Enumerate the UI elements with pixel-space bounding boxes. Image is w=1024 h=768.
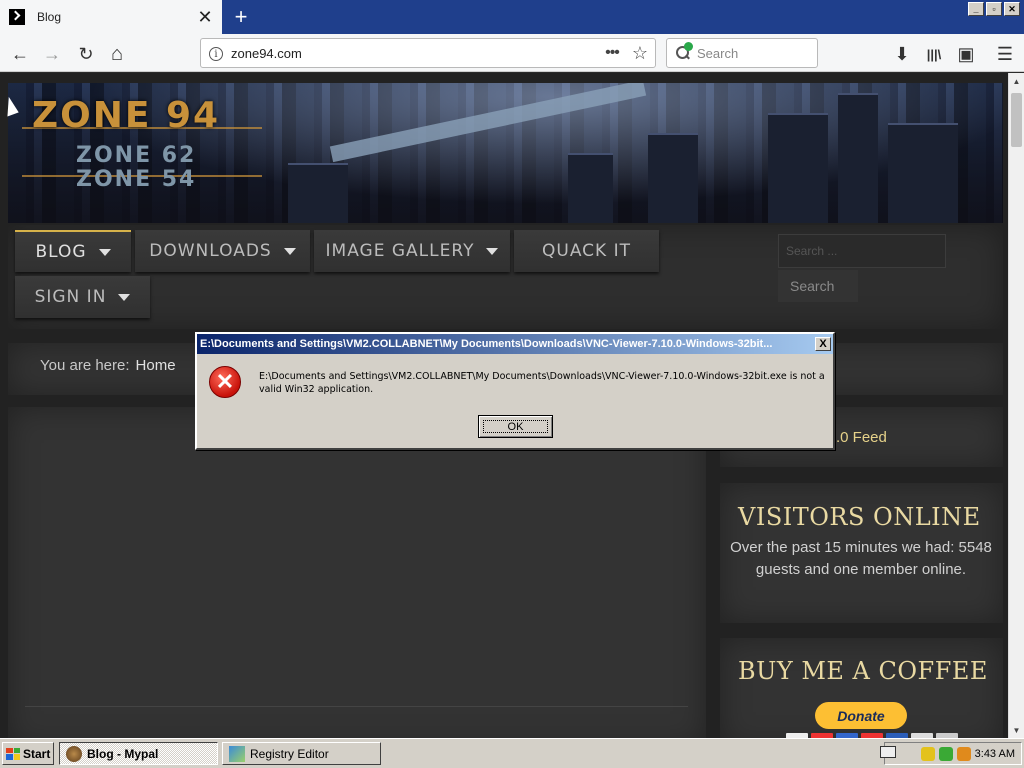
start-button[interactable]: Start [2,742,54,765]
menu-downloads[interactable]: DOWNLOADS [135,230,310,272]
browser-app-icon [66,745,82,762]
taskbar: Start Blog - Mypal Registry Editor 3:43 … [0,738,1024,768]
dialog-titlebar[interactable]: E:\Documents and Settings\VM2.COLLABNET\… [197,334,833,354]
minimize-button[interactable]: _ [968,2,984,16]
taskbar-item-label: Registry Editor [250,746,329,761]
reload-icon[interactable]: ↻ [72,40,100,68]
new-tab-button[interactable]: + [228,4,254,30]
breadcrumb-prefix: You are here: [40,357,130,374]
donate-button[interactable]: Donate [815,702,907,729]
tab-blog[interactable]: Blog ✕ [0,0,222,34]
clock[interactable]: 3:43 AM [975,748,1015,760]
bookmark-star-icon[interactable]: ☆ [625,43,655,64]
browser-search-input[interactable]: Search [666,38,818,68]
navigation-toolbar: ← → ↻ ⌂ i zone94.com ••• ☆ Search ⬇ |||\… [0,34,1024,72]
menu-sign-in-label: SIGN IN [34,287,107,307]
url-bar[interactable]: i zone94.com ••• ☆ [200,38,656,68]
caret-down-icon [283,247,296,255]
content-divider [25,706,688,707]
taskbar-item-registry-editor[interactable]: Registry Editor [222,742,381,765]
menu-blog-label: BLOG [35,242,87,262]
menu-image-gallery-label: IMAGE GALLERY [325,241,475,261]
rss-feed-link[interactable]: .0 Feed [836,429,887,446]
site-info-icon[interactable]: i [201,46,231,61]
logo-sub-text-2: ZONE 54 [76,167,197,192]
magnifier-icon[interactable] [956,746,971,761]
menu-sign-in[interactable]: SIGN IN [15,276,150,318]
error-dialog: E:\Documents and Settings\VM2.COLLABNET\… [195,332,835,450]
home-icon[interactable]: ⌂ [103,40,131,68]
visitors-text: Over the past 15 minutes we had: 5548 gu… [730,539,992,578]
page-scrollbar[interactable]: ▲ ▼ [1008,73,1024,738]
close-window-button[interactable]: ✕ [1004,2,1020,16]
dialog-title: E:\Documents and Settings\VM2.COLLABNET\… [200,338,773,350]
tab-title: Blog [37,10,62,24]
site-search-input[interactable]: Search ... [778,234,946,268]
network-icon[interactable] [938,746,953,761]
sidebar-icon[interactable]: ▣ [952,40,980,68]
close-tab-icon[interactable]: ✕ [192,4,218,30]
taskbar-item-blog-mypal[interactable]: Blog - Mypal [59,742,218,765]
search-placeholder: Search [697,45,739,61]
visitors-title: VISITORS ONLINE [738,503,981,531]
url-text[interactable]: zone94.com [231,46,599,61]
terminal-favicon-icon [9,9,25,25]
window-controls: _ ▫ ✕ [968,2,1020,16]
menu-quack-it[interactable]: QUACK IT [514,230,659,272]
tab-strip: Blog ✕ + _ ▫ ✕ [0,0,1024,34]
site-logo[interactable]: ZONE 94 ZONE 62 ZONE 54 [16,93,266,193]
ok-button[interactable]: OK [478,415,553,438]
taskbar-item-label: Blog - Mypal [87,746,159,761]
registry-editor-icon [229,745,245,762]
dialog-close-button[interactable]: X [815,337,831,351]
start-label: Start [23,746,51,761]
dialog-message: E:\Documents and Settings\VM2.COLLABNET\… [259,371,825,395]
system-tray: 3:43 AM [884,742,1022,765]
logo-sub-text-1: ZONE 62 [76,143,197,168]
coffee-title: BUY ME A COFFEE [738,657,988,685]
error-x-icon: ✕ [209,366,241,398]
menu-blog[interactable]: BLOG [15,230,131,272]
site-banner: ZONE 94 ZONE 62 ZONE 54 [8,83,1003,223]
scroll-thumb[interactable] [1011,93,1022,147]
logo-main-text: ZONE 94 [32,95,221,136]
breadcrumb: You are here: Home [40,357,176,374]
windows-logo-icon [6,747,20,760]
page-actions-icon[interactable]: ••• [599,44,625,62]
menu-image-gallery[interactable]: IMAGE GALLERY [314,230,510,272]
breadcrumb-home-link[interactable]: Home [136,357,176,374]
site-search-button[interactable]: Search [778,270,858,302]
maximize-button[interactable]: ▫ [986,2,1002,16]
back-arrow-icon[interactable]: ← [6,40,34,68]
scroll-down-icon[interactable]: ▼ [1009,722,1024,738]
scroll-up-icon[interactable]: ▲ [1009,73,1024,89]
menu-downloads-label: DOWNLOADS [149,241,272,261]
keyboard-icon[interactable] [880,746,896,758]
caret-down-icon [98,248,111,256]
downloads-icon[interactable]: ⬇ [888,40,916,68]
main-content-panel [8,407,706,738]
shield-icon[interactable] [920,746,935,761]
library-icon[interactable]: |||\ [920,40,948,68]
search-engine-icon [675,42,693,61]
forward-arrow-icon[interactable]: → [38,40,66,68]
caret-down-icon [486,247,499,255]
caret-down-icon [118,293,131,301]
menu-quack-it-label: QUACK IT [542,241,631,261]
hamburger-menu-icon[interactable]: ☰ [991,40,1019,68]
